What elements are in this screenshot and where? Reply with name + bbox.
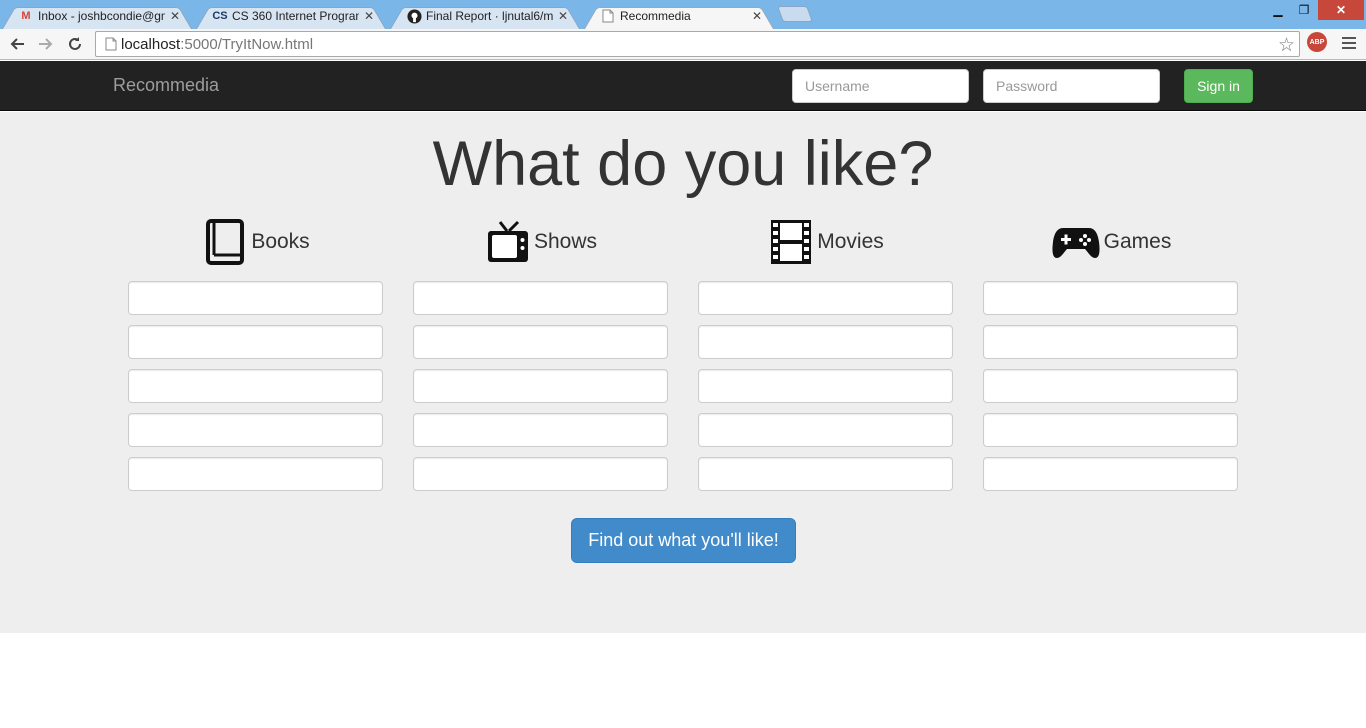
show-input[interactable] bbox=[413, 413, 668, 447]
tv-icon bbox=[484, 218, 532, 266]
page-icon bbox=[102, 35, 120, 53]
adblock-plus-icon[interactable]: ABP bbox=[1307, 32, 1327, 52]
github-icon bbox=[406, 8, 422, 24]
browser-tab-recommedia[interactable]: Recommedia ✕ bbox=[584, 3, 774, 29]
movie-input[interactable] bbox=[698, 413, 953, 447]
book-input[interactable] bbox=[128, 457, 383, 491]
reload-icon[interactable] bbox=[64, 33, 86, 55]
close-icon[interactable]: ✕ bbox=[362, 9, 376, 23]
movie-input[interactable] bbox=[698, 325, 953, 359]
game-input[interactable] bbox=[983, 281, 1238, 315]
book-input[interactable] bbox=[128, 281, 383, 315]
browser-tab-gmail[interactable]: M Inbox - joshbcondie@gmail.com ✕ bbox=[2, 3, 192, 29]
movie-input[interactable] bbox=[698, 369, 953, 403]
movie-input[interactable] bbox=[698, 457, 953, 491]
category-label: Books bbox=[251, 230, 310, 253]
site-navbar: Recommedia Sign in bbox=[0, 61, 1366, 111]
category-label: Games bbox=[1103, 230, 1172, 253]
book-icon bbox=[201, 218, 249, 266]
game-input[interactable] bbox=[983, 413, 1238, 447]
new-tab-button[interactable] bbox=[777, 6, 813, 22]
show-input[interactable] bbox=[413, 325, 668, 359]
close-icon[interactable]: ✕ bbox=[750, 9, 764, 23]
page-title: What do you like? bbox=[432, 129, 934, 199]
restore-icon[interactable]: ❐ bbox=[1292, 0, 1316, 20]
main-jumbotron: What do you like? Books Shows Movies Gam… bbox=[0, 112, 1366, 633]
show-input[interactable] bbox=[413, 281, 668, 315]
gmail-icon: M bbox=[21, 10, 31, 22]
username-input[interactable] bbox=[792, 69, 969, 103]
url-host: localhost bbox=[121, 35, 181, 53]
forward-arrow-icon[interactable] bbox=[35, 33, 57, 55]
show-input[interactable] bbox=[413, 369, 668, 403]
movie-input[interactable] bbox=[698, 281, 953, 315]
game-input[interactable] bbox=[983, 369, 1238, 403]
password-input[interactable] bbox=[983, 69, 1160, 103]
minimize-icon[interactable]: ▁ bbox=[1266, 0, 1290, 20]
browser-tab-github[interactable]: Final Report · ljnutal6/media ✕ bbox=[390, 3, 580, 29]
hamburger-menu-icon[interactable] bbox=[1340, 35, 1358, 51]
browser-tab-strip: M Inbox - joshbcondie@gmail.com ✕ CS CS … bbox=[0, 0, 1366, 29]
book-input[interactable] bbox=[128, 325, 383, 359]
category-label: Movies bbox=[817, 230, 884, 253]
url-text: localhost:5000/TryItNow.html bbox=[121, 36, 313, 53]
book-input[interactable] bbox=[128, 413, 383, 447]
cs-icon: CS bbox=[212, 10, 228, 22]
address-bar[interactable]: localhost:5000/TryItNow.html ☆ bbox=[95, 31, 1300, 57]
tab-title: Inbox - joshbcondie@gmail.com bbox=[38, 9, 165, 23]
gamepad-icon bbox=[1050, 218, 1102, 266]
back-arrow-icon[interactable] bbox=[6, 33, 28, 55]
brand-link[interactable]: Recommedia bbox=[113, 75, 219, 96]
book-input[interactable] bbox=[128, 369, 383, 403]
category-label: Shows bbox=[533, 230, 598, 253]
page-icon bbox=[600, 8, 616, 24]
url-path: :5000/TryItNow.html bbox=[180, 35, 314, 53]
close-icon[interactable]: ✕ bbox=[168, 9, 182, 23]
find-recommendations-button[interactable]: Find out what you'll like! bbox=[571, 518, 796, 563]
game-input[interactable] bbox=[983, 457, 1238, 491]
close-icon[interactable]: ✕ bbox=[556, 9, 570, 23]
browser-toolbar: localhost:5000/TryItNow.html ☆ ABP bbox=[0, 29, 1366, 60]
tab-title: CS 360 Internet Programming bbox=[232, 9, 359, 23]
tab-title: Recommedia bbox=[620, 9, 691, 23]
bookmark-star-icon[interactable]: ☆ bbox=[1278, 34, 1295, 57]
browser-tab-cs360[interactable]: CS CS 360 Internet Programming ✕ bbox=[196, 3, 386, 29]
game-input[interactable] bbox=[983, 325, 1238, 359]
film-icon bbox=[767, 218, 815, 266]
tab-title: Final Report · ljnutal6/media bbox=[426, 9, 553, 23]
sign-in-button[interactable]: Sign in bbox=[1184, 69, 1253, 103]
window-close-icon[interactable]: ✕ bbox=[1318, 0, 1364, 20]
show-input[interactable] bbox=[413, 457, 668, 491]
